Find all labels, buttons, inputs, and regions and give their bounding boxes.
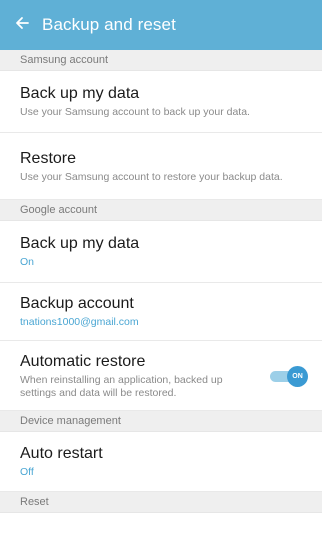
item-title: Back up my data bbox=[20, 85, 140, 102]
auto-restart-item[interactable]: Auto restart Off bbox=[0, 432, 322, 492]
section-header-samsung-account: Samsung account bbox=[0, 50, 322, 71]
item-status: Off bbox=[20, 466, 34, 478]
app-bar: Backup and reset bbox=[0, 0, 322, 50]
item-subtitle: Use your Samsung account to back up your… bbox=[20, 106, 250, 118]
item-account-email: tnations1000@gmail.com bbox=[20, 316, 139, 328]
item-status: On bbox=[20, 256, 35, 268]
item-subtitle: When reinstalling an application, backed… bbox=[20, 373, 223, 399]
toggle-knob: ON bbox=[287, 365, 308, 387]
item-title: Backup account bbox=[20, 295, 134, 312]
restore-item[interactable]: Restore Use your Samsung account to rest… bbox=[0, 133, 322, 200]
automatic-restore-toggle[interactable]: ON bbox=[268, 365, 308, 387]
section-header-google-account: Google account bbox=[0, 200, 322, 221]
back-button[interactable] bbox=[2, 0, 42, 50]
page-title: Backup and reset bbox=[42, 15, 176, 34]
item-title: Back up my data bbox=[20, 235, 140, 252]
item-subtitle: Use your Samsung account to restore your… bbox=[20, 170, 283, 183]
section-header-device-management: Device management bbox=[0, 411, 322, 432]
section-header-reset: Reset bbox=[0, 492, 322, 513]
google-back-up-my-data-item[interactable]: Back up my data On bbox=[0, 221, 322, 283]
automatic-restore-item[interactable]: Automatic restore When reinstalling an a… bbox=[0, 341, 322, 411]
item-title: Auto restart bbox=[20, 445, 103, 462]
samsung-back-up-my-data-item[interactable]: Back up my data Use your Samsung account… bbox=[0, 71, 322, 133]
item-title: Automatic restore bbox=[20, 352, 146, 370]
backup-account-item[interactable]: Backup account tnations1000@gmail.com bbox=[0, 283, 322, 341]
item-title: Restore bbox=[20, 149, 77, 167]
arrow-left-icon bbox=[14, 15, 30, 36]
